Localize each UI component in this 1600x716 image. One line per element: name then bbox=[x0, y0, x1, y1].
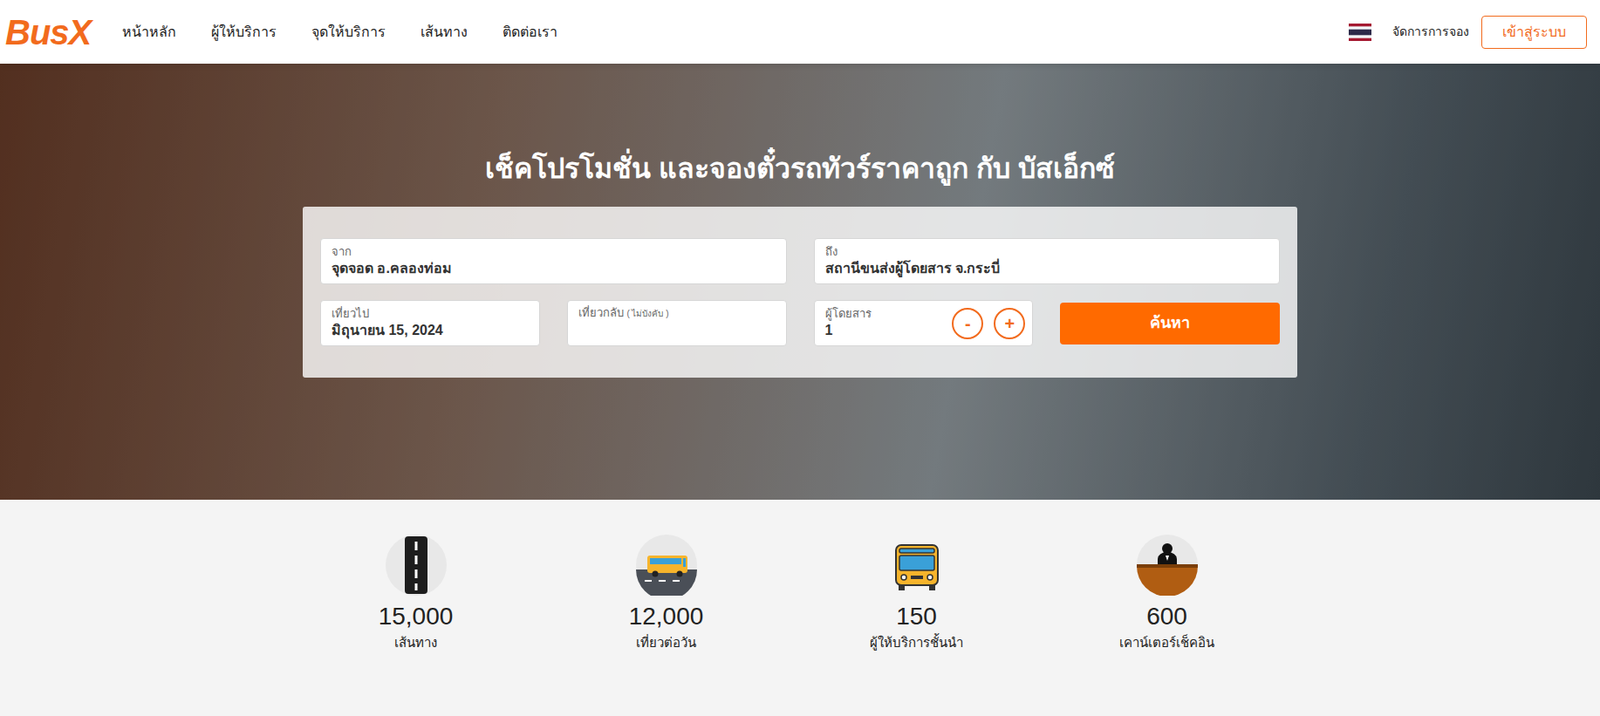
stat-value: 15,000 bbox=[378, 601, 454, 633]
main-nav: หน้าหลัก ผู้ให้บริการ จุดให้บริการ เส้นท… bbox=[122, 21, 558, 43]
search-panel: จาก จุดจอด อ.คลองท่อม ถึง สถานีขนส่งผู้โ… bbox=[302, 206, 1298, 378]
counter-icon bbox=[1136, 534, 1198, 596]
stat-item: 600เคาน์เตอร์เช็คอิน bbox=[1041, 534, 1293, 652]
stat-label: เคาน์เตอร์เช็คอิน bbox=[1119, 634, 1215, 652]
bus-icon bbox=[635, 534, 698, 596]
thai-flag-icon[interactable] bbox=[1348, 23, 1372, 42]
passengers-field[interactable]: ผู้โดยสาร 1 - + bbox=[813, 300, 1034, 347]
stat-label: เส้นทาง bbox=[394, 634, 438, 652]
stats: 15,000เส้นทาง12,000เที่ยวต่อวัน150ผู้ให้… bbox=[0, 499, 1600, 716]
decrease-button[interactable]: - bbox=[951, 307, 984, 340]
stat-item: 12,000เที่ยวต่อวัน bbox=[540, 534, 792, 652]
to-field[interactable]: ถึง สถานีขนส่งผู้โดยสาร จ.กระบี่ bbox=[813, 238, 1281, 285]
nav-item[interactable]: ติดต่อเรา bbox=[502, 21, 558, 43]
stat-item: 15,000เส้นทาง bbox=[290, 534, 541, 652]
nav-item[interactable]: ผู้ให้บริการ bbox=[211, 21, 277, 43]
logo[interactable]: BusX bbox=[0, 14, 91, 50]
stat-value: 600 bbox=[1146, 601, 1188, 633]
stat-item: 150ผู้ให้บริการชั้นนำ bbox=[791, 534, 1042, 652]
increase-button[interactable]: + bbox=[993, 307, 1026, 340]
road-icon bbox=[385, 534, 447, 596]
stat-label: เที่ยวต่อวัน bbox=[635, 634, 697, 652]
manage-booking-link[interactable]: จัดการการจอง bbox=[1392, 22, 1470, 42]
stat-label: ผู้ให้บริการชั้นนำ bbox=[869, 634, 964, 652]
nav-item[interactable]: หน้าหลัก bbox=[122, 21, 177, 43]
depart-date-field[interactable]: เที่ยวไป มิถุนายน 15, 2024 bbox=[320, 300, 541, 347]
hero: เช็คโปรโมชั่น และจองตั๋วรถทัวร์ราคาถูก ก… bbox=[0, 63, 1600, 500]
coach-icon bbox=[886, 534, 948, 596]
stat-value: 12,000 bbox=[629, 601, 705, 633]
hero-title: เช็คโปรโมชั่น และจองตั๋วรถทัวร์ราคาถูก ก… bbox=[485, 149, 1115, 188]
return-date-field[interactable]: เที่ยวกลับ ( ไม่บังคับ ) bbox=[567, 300, 787, 347]
nav-item[interactable]: จุดให้บริการ bbox=[311, 21, 386, 43]
stat-value: 150 bbox=[895, 601, 937, 633]
top-bar: BusX หน้าหลัก ผู้ให้บริการ จุดให้บริการ … bbox=[0, 0, 1600, 64]
nav-item[interactable]: เส้นทาง bbox=[420, 21, 468, 43]
search-button[interactable]: ค้นหา bbox=[1059, 302, 1280, 345]
login-button[interactable]: เข้าสู่ระบบ bbox=[1481, 15, 1587, 49]
from-field[interactable]: จาก จุดจอด อ.คลองท่อม bbox=[320, 238, 787, 285]
